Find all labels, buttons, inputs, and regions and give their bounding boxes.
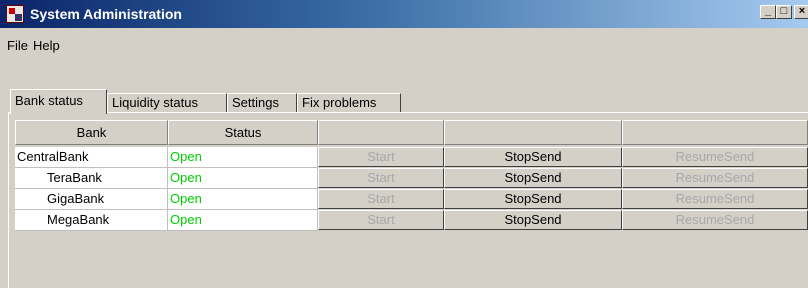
resume-send-button: ResumeSend <box>622 189 808 209</box>
stop-send-button[interactable]: StopSend <box>444 168 622 188</box>
app-icon <box>6 5 24 23</box>
close-button[interactable]: × <box>794 5 808 19</box>
start-button: Start <box>318 210 444 230</box>
maximize-button[interactable]: □ <box>776 5 792 19</box>
tab-settings[interactable]: Settings <box>227 93 297 113</box>
tab-liquidity-status[interactable]: Liquidity status <box>107 93 227 113</box>
menu-help[interactable]: Help <box>33 38 60 53</box>
status-cell[interactable]: Open <box>168 147 318 168</box>
bank-name-cell[interactable]: TeraBank <box>15 168 168 189</box>
column-header-stop[interactable] <box>444 120 622 145</box>
tab-fix-problems[interactable]: Fix problems <box>297 93 401 113</box>
start-button: Start <box>318 189 444 209</box>
stop-send-button[interactable]: StopSend <box>444 189 622 209</box>
resume-send-button: ResumeSend <box>622 147 808 167</box>
resume-send-button: ResumeSend <box>622 210 808 230</box>
table-row: CentralBank Open Start StopSend ResumeSe… <box>15 147 808 168</box>
application-window: System Administration _ □ × File Help Ba… <box>0 0 808 288</box>
table-row: TeraBank Open Start StopSend ResumeSend <box>15 168 808 189</box>
stop-send-button[interactable]: StopSend <box>444 210 622 230</box>
status-cell[interactable]: Open <box>168 189 318 210</box>
column-header-start[interactable] <box>318 120 444 145</box>
menu-bar: File Help <box>0 34 808 56</box>
column-header-bank[interactable]: Bank <box>15 120 168 145</box>
menu-file[interactable]: File <box>7 38 28 53</box>
status-cell[interactable]: Open <box>168 168 318 189</box>
bank-name-cell[interactable]: GigaBank <box>15 189 168 210</box>
bank-name-cell[interactable]: CentralBank <box>15 147 168 168</box>
resume-send-button: ResumeSend <box>622 168 808 188</box>
table-row: GigaBank Open Start StopSend ResumeSend <box>15 189 808 210</box>
start-button: Start <box>318 168 444 188</box>
bank-name-cell[interactable]: MegaBank <box>15 210 168 231</box>
column-header-resume[interactable] <box>622 120 808 145</box>
stop-send-button[interactable]: StopSend <box>444 147 622 167</box>
table-row: MegaBank Open Start StopSend ResumeSend <box>15 210 808 231</box>
minimize-button[interactable]: _ <box>760 5 776 19</box>
title-bar[interactable]: System Administration _ □ × <box>0 0 808 28</box>
tab-bank-status[interactable]: Bank status <box>10 89 107 114</box>
window-title: System Administration <box>30 6 182 22</box>
status-cell[interactable]: Open <box>168 210 318 231</box>
column-header-status[interactable]: Status <box>168 120 318 145</box>
start-button: Start <box>318 147 444 167</box>
